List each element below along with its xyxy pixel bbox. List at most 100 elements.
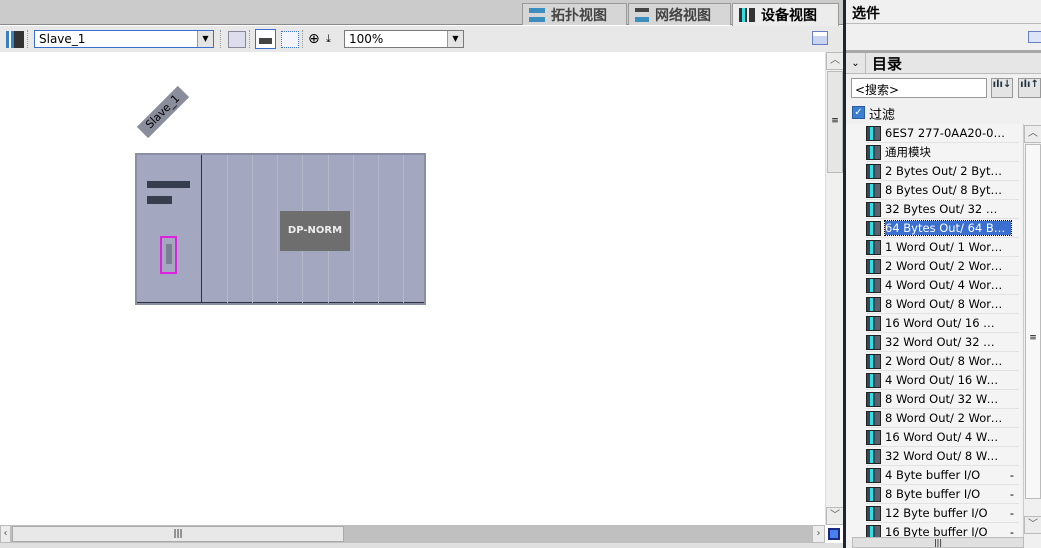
module-icon [866,277,881,293]
catalog-item[interactable]: 2 Bytes Out/ 2 Bytes I... [866,162,1019,181]
separator [249,30,250,48]
catalog-item[interactable]: 8 Word Out/ 32 Word I... [866,390,1019,409]
module-icon [866,467,881,483]
options-title: 选件 [846,0,1041,24]
network-overview-icon[interactable] [6,31,24,48]
module-icon [866,486,881,502]
search-up-icon[interactable]: ılı↑ [1018,78,1041,98]
device-icon [739,8,755,22]
zoom-in-icon[interactable]: ⊕ [308,31,326,48]
catalog-item[interactable]: 32 Bytes Out/ 32 Byte... [866,200,1019,219]
device-label[interactable]: Slave_1 [136,85,190,139]
module-icon [866,334,881,350]
module-icon [866,372,881,388]
vertical-scrollbar[interactable]: ︿ ≡ ﹀ [825,52,844,525]
module-icon [866,391,881,407]
catalog-title: 目录 [872,54,903,73]
catalog-item[interactable]: 32 Word Out/ 32 Word I... [866,333,1019,352]
module-icon [866,429,881,445]
catalog-item[interactable]: 2 Word Out/ 8 Word In... [866,352,1019,371]
device-canvas[interactable]: Slave_1 DP-NORM [0,52,825,525]
catalog-item[interactable]: 通用模块 [866,143,1019,162]
catalog-search-input[interactable]: <搜索> [851,78,987,98]
catalog-item[interactable]: 64 Bytes Out/ 64 Byte... [866,219,1019,238]
module-icon [866,410,881,426]
device-toolbar: Slave_1 ▼ ⊕ ⤓ 100% ▼ [0,26,843,52]
module-icon [866,163,881,179]
module-icon [866,505,881,521]
network-icon [635,7,649,22]
panel-toggle-icon[interactable] [812,31,828,45]
led-bar [147,196,172,204]
catalog-item[interactable]: 4 Word Out/ 16 Word I... [866,371,1019,390]
search-down-icon[interactable]: ılı↓ [991,78,1013,98]
separator [220,30,221,48]
dp-connector[interactable] [160,236,177,274]
catalog-vertical-scrollbar[interactable]: ︿ ≡ ﹀ [1023,124,1041,540]
module-dp-norm[interactable]: DP-NORM [280,211,350,251]
show-modules-icon[interactable] [255,29,276,49]
module-icon [866,258,881,274]
scroll-down-icon[interactable]: ﹀ [826,507,844,525]
device-rack[interactable]: DP-NORM [135,153,426,305]
module-icon [866,125,881,141]
catalog-item[interactable]: 8 Word Out/ 2 Word In... [866,409,1019,428]
catalog-item[interactable]: 1 Word Out/ 1 Word In... [866,238,1019,257]
module-icon [866,220,881,236]
catalog-item[interactable]: 16 Word Out/ 16 Word I... [866,314,1019,333]
module-icon [866,448,881,464]
panel-layout-icon[interactable] [1028,31,1041,43]
grid-icon[interactable] [281,31,299,48]
catalog-item[interactable]: 8 Bytes Out/ 8 Bytes I... [866,181,1019,200]
horizontal-scrollbar[interactable]: ‹ ||| › [0,525,843,543]
overview-navigation-icon[interactable] [825,525,843,543]
chevron-down-icon[interactable]: ⌄ [846,52,866,74]
catalog-item[interactable]: 6ES7 277-0AA20-0XA0 [866,124,1019,143]
tab-topology-view[interactable]: 拓扑视图 [522,3,627,25]
module-icon [866,144,881,160]
module-icon [866,353,881,369]
scroll-thumb[interactable]: ||| [12,526,344,542]
catalog-item[interactable]: 12 Byte buffer I/O - [866,504,1019,523]
catalog-item[interactable]: 2 Word Out/ 2 Word In... [866,257,1019,276]
item-suffix: - [1009,506,1015,520]
chevron-down-icon[interactable]: ▼ [447,31,463,47]
module-icon [866,315,881,331]
scroll-thumb[interactable]: ≡ [1025,144,1041,499]
catalog-item[interactable]: 16 Word Out/ 4 Word I... [866,428,1019,447]
module-icon [866,182,881,198]
scroll-left-icon[interactable]: ‹ [0,525,11,543]
module-icon [866,201,881,217]
scroll-right-icon[interactable]: › [812,525,825,543]
tab-network-view[interactable]: 网络视图 [628,3,731,25]
separator [302,30,303,48]
catalog-horizontal-scrollbar[interactable]: ||| [852,537,1024,548]
separator [27,30,28,48]
view-tab-bar: 拓扑视图 网络视图 设备视图 [0,0,843,26]
scroll-down-icon[interactable]: ﹀ [1024,516,1041,534]
scroll-thumb[interactable]: ≡ [827,71,843,173]
device-select[interactable]: Slave_1 ▼ [34,30,214,48]
status-strip [0,543,843,548]
tab-device-view[interactable]: 设备视图 [732,3,839,26]
catalog-item[interactable]: 8 Byte buffer I/O - [866,485,1019,504]
module-icon [866,296,881,312]
catalog-list: 6ES7 277-0AA20-0XA0 通用模块 2 Bytes Out/ 2 By… [846,124,1022,540]
chevron-down-icon[interactable]: ▼ [197,31,213,47]
catalog-item[interactable]: 32 Word Out/ 8 Word I... [866,447,1019,466]
rack-fit-icon[interactable] [228,31,246,48]
catalog-item[interactable]: 8 Word Out/ 8 Word In... [866,295,1019,314]
catalog-header[interactable]: ⌄ 目录 [846,52,1041,74]
catalog-item[interactable]: 4 Word Out/ 4 Word In... [866,276,1019,295]
led-bar [147,181,190,188]
zoom-dropdown-icon[interactable]: ⤓ [326,31,338,48]
item-suffix: - [1009,468,1015,482]
catalog-item[interactable]: 4 Byte buffer I/O - [866,466,1019,485]
options-panel: 选件 ⌄ 目录 <搜索> ılı↓ ılı↑ ✓ 过滤 6ES7 277-0AA… [846,0,1041,548]
scroll-up-icon[interactable]: ︿ [1024,125,1041,143]
filter-label: 过滤 [869,108,896,123]
zoom-select[interactable]: 100% ▼ [344,30,464,48]
filter-checkbox[interactable]: ✓ [852,106,865,119]
item-suffix: - [1009,487,1015,501]
scroll-up-icon[interactable]: ︿ [826,52,844,70]
